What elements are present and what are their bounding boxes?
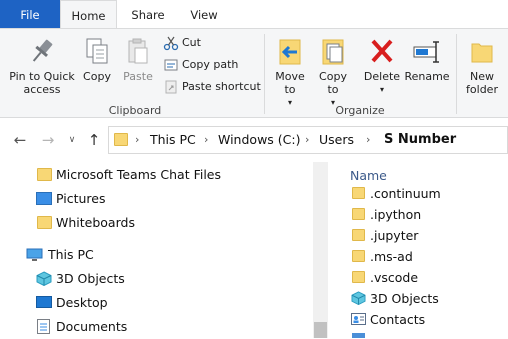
move-to-label: Move to xyxy=(275,70,305,96)
recent-locations-chevron-icon[interactable]: ∨ xyxy=(64,130,80,150)
organize-group-label: Organize xyxy=(335,104,385,117)
pin-label-line2: access xyxy=(23,83,61,96)
breadcrumb-separator-icon[interactable]: › xyxy=(366,131,370,149)
folder-icon xyxy=(114,133,128,146)
file-item-jupyter[interactable]: .jupyter xyxy=(350,225,508,246)
ribbon-separator xyxy=(264,34,265,114)
copy-path-label: Copy path xyxy=(182,58,239,71)
new-folder-label-line2: folder xyxy=(466,83,498,96)
pin-icon xyxy=(32,39,53,62)
breadcrumb-this-pc[interactable]: This PC xyxy=(150,131,196,149)
nav-pane-scrollbar[interactable] xyxy=(313,162,328,338)
tab-view[interactable]: View xyxy=(179,0,229,29)
move-to-button[interactable]: Move to ▾ xyxy=(272,36,308,107)
copy-to-label: Copy to xyxy=(319,70,347,96)
file-item-continuum[interactable]: .continuum xyxy=(350,183,508,204)
delete-button[interactable]: Delete ▾ xyxy=(362,36,402,98)
nav-item-documents[interactable]: Documents xyxy=(0,315,320,339)
delete-dropdown-icon: ▾ xyxy=(379,85,384,94)
paste-shortcut-icon xyxy=(165,80,177,94)
folder-icon xyxy=(37,216,52,229)
file-item-ms-ad[interactable]: .ms-ad xyxy=(350,246,508,267)
pictures-icon xyxy=(36,192,52,205)
3d-objects-icon xyxy=(36,271,52,286)
copy-to-button[interactable]: Copy to ▾ xyxy=(313,36,353,107)
new-folder-icon xyxy=(471,43,493,63)
move-to-icon xyxy=(279,39,301,65)
paste-shortcut-button[interactable]: Paste shortcut xyxy=(163,78,261,96)
nav-item-this-pc[interactable]: This PC xyxy=(0,243,320,267)
pin-label-line1: Pin to Quick xyxy=(9,70,75,83)
copy-path-icon xyxy=(164,59,178,71)
contacts-icon xyxy=(351,313,366,325)
3d-objects-icon xyxy=(351,291,366,305)
back-arrow-icon[interactable]: ← xyxy=(12,130,28,150)
cut-label: Cut xyxy=(182,36,201,49)
paste-label: Paste xyxy=(123,70,153,83)
breadcrumb-windows-c[interactable]: Windows (C:) xyxy=(218,131,300,149)
folder-icon xyxy=(352,250,365,262)
copy-path-button[interactable]: Copy path xyxy=(163,56,238,74)
forward-arrow-icon[interactable]: → xyxy=(40,130,56,150)
delete-icon xyxy=(371,39,393,63)
tab-file[interactable]: File xyxy=(0,0,60,29)
paste-shortcut-label: Paste shortcut xyxy=(182,80,261,93)
breadcrumb-users[interactable]: Users xyxy=(319,131,354,149)
documents-icon xyxy=(37,319,50,334)
breadcrumb-separator-icon[interactable]: › xyxy=(135,131,139,149)
file-item-contacts[interactable]: Contacts xyxy=(350,309,508,330)
paste-icon xyxy=(128,38,148,64)
nav-pane-scrollbar-thumb[interactable] xyxy=(314,322,327,338)
cut-button[interactable]: Cut xyxy=(163,34,201,52)
pin-to-quick-access-button[interactable]: Pin to Quick access xyxy=(4,36,80,98)
file-item-3d-objects[interactable]: 3D Objects xyxy=(350,288,508,309)
clipboard-group-label: Clipboard xyxy=(108,104,162,117)
copy-to-icon xyxy=(322,39,344,65)
folder-icon xyxy=(352,187,365,199)
computer-icon xyxy=(26,248,43,261)
copy-icon xyxy=(86,38,108,64)
copy-button[interactable]: Copy xyxy=(80,36,114,98)
tab-home[interactable]: Home xyxy=(60,0,117,29)
new-folder-button[interactable]: New folder xyxy=(462,36,502,98)
folder-icon xyxy=(37,168,52,181)
paste-button[interactable]: Paste xyxy=(120,36,156,98)
copy-label: Copy xyxy=(83,70,111,83)
nav-item-microsoft-teams-chat-files[interactable]: Microsoft Teams Chat Files xyxy=(0,163,320,187)
folder-icon xyxy=(352,333,365,338)
folder-icon xyxy=(352,208,365,220)
delete-label: Delete xyxy=(363,70,401,83)
nav-item-pictures[interactable]: Pictures xyxy=(0,187,320,211)
breadcrumb-separator-icon[interactable]: › xyxy=(305,131,309,149)
nav-item-whiteboards[interactable]: Whiteboards xyxy=(0,211,320,235)
rename-icon xyxy=(413,41,439,63)
scissors-icon xyxy=(163,36,179,51)
column-header-name[interactable]: Name xyxy=(350,168,387,183)
new-folder-label-line1: New xyxy=(470,70,494,83)
ribbon-separator xyxy=(456,34,457,114)
nav-item-desktop[interactable]: Desktop xyxy=(0,291,320,315)
folder-icon xyxy=(352,271,365,283)
file-item-ipython[interactable]: .ipython xyxy=(350,204,508,225)
rename-label: Rename xyxy=(404,70,450,83)
tab-share[interactable]: Share xyxy=(117,0,179,29)
file-item-vscode[interactable]: .vscode xyxy=(350,267,508,288)
folder-icon xyxy=(352,229,365,241)
nav-item-3d-objects[interactable]: 3D Objects xyxy=(0,267,320,291)
breadcrumb-separator-icon[interactable]: › xyxy=(204,131,208,149)
rename-button[interactable]: Rename xyxy=(404,36,450,98)
breadcrumb-current-folder[interactable]: S Number xyxy=(384,131,456,149)
desktop-icon xyxy=(36,296,52,308)
up-arrow-icon[interactable]: ↑ xyxy=(86,130,102,150)
